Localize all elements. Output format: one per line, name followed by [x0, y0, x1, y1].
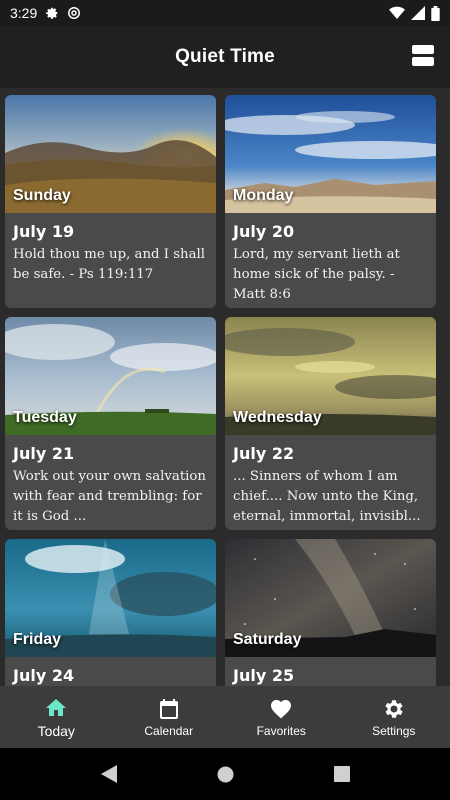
nav-item-favorites[interactable]: Favorites [225, 686, 338, 748]
card-day-label: Tuesday [13, 409, 77, 426]
card-day-label: Sunday [13, 187, 71, 204]
status-bar: 3:29 [0, 0, 450, 26]
app-bar: Quiet Time [0, 26, 450, 88]
home-icon [46, 698, 67, 716]
devotion-card[interactable]: Sunday July 19 Hold thou me up, and I sh… [5, 95, 216, 308]
card-day-label: Friday [13, 631, 62, 648]
card-verse: Work out your own salvation with fear an… [13, 469, 206, 524]
view-toggle-icon[interactable] [412, 45, 434, 67]
app-title: Quiet Time [175, 46, 275, 67]
system-nav-bar [0, 748, 450, 800]
card-date: July 19 [13, 222, 75, 241]
card-image-sunset: Sunday [5, 95, 216, 213]
gear-icon [385, 699, 403, 718]
view-toggle-bar [412, 57, 434, 66]
calendar-icon [159, 698, 178, 719]
recents-icon[interactable] [333, 766, 350, 782]
status-time: 3:29 [10, 5, 38, 21]
card-day-label: Saturday [233, 631, 302, 648]
nav-label: Today [37, 722, 75, 739]
devotion-card[interactable]: Saturday July 25 [225, 539, 436, 686]
nav-item-today[interactable]: Today [0, 686, 113, 748]
bottom-nav: Today Calendar Favorites Settings [0, 686, 450, 748]
card-date: July 24 [13, 666, 75, 685]
at-sign-icon [68, 7, 81, 19]
card-image-golden-clouds: Wednesday [225, 317, 436, 435]
view-toggle-bar [412, 45, 434, 54]
card-grid: Sunday July 19 Hold thou me up, and I sh… [5, 95, 438, 686]
devotion-card[interactable]: Friday July 24 [5, 539, 216, 686]
card-verse: ... Sinners of whom I am chief.... Now u… [233, 469, 421, 524]
status-right [389, 5, 440, 21]
card-image-blue-sky: Monday [225, 95, 436, 213]
card-image-milky-way: Saturday [225, 539, 436, 657]
nav-item-calendar[interactable]: Calendar [113, 686, 226, 748]
nav-label: Calendar [144, 723, 194, 738]
card-list[interactable]: Sunday July 19 Hold thou me up, and I sh… [0, 88, 450, 686]
devotion-card[interactable]: Wednesday July 22 ... Sinners of whom I … [225, 317, 436, 530]
card-day-label: Monday [233, 187, 294, 204]
nav-label: Settings [372, 723, 416, 738]
nav-label: Favorites [256, 723, 306, 738]
card-day-label: Wednesday [233, 409, 322, 426]
card-date: July 21 [13, 444, 75, 463]
card-date: July 22 [233, 444, 295, 463]
card-verse: Hold thou me up, and I shall be safe. - … [13, 247, 206, 282]
back-icon[interactable] [100, 765, 117, 783]
heart-icon [271, 699, 292, 718]
card-date: July 25 [233, 666, 295, 685]
status-left: 3:29 [10, 5, 81, 21]
card-date: July 20 [233, 222, 295, 241]
wifi-icon [389, 6, 405, 20]
card-image-sun-rays: Friday [5, 539, 216, 657]
signal-icon [411, 6, 425, 20]
card-image-rainbow: Tuesday [5, 317, 216, 435]
devotion-card[interactable]: Tuesday July 21 Work out your own salvat… [5, 317, 216, 530]
gear-icon [46, 7, 58, 19]
card-verse: Lord, my servant lieth at home sick of t… [233, 247, 400, 302]
nav-item-settings[interactable]: Settings [338, 686, 450, 748]
devotion-card[interactable]: Monday July 20 Lord, my servant lieth at… [225, 95, 436, 308]
battery-icon [431, 5, 440, 21]
home-circle-icon[interactable] [217, 766, 234, 783]
